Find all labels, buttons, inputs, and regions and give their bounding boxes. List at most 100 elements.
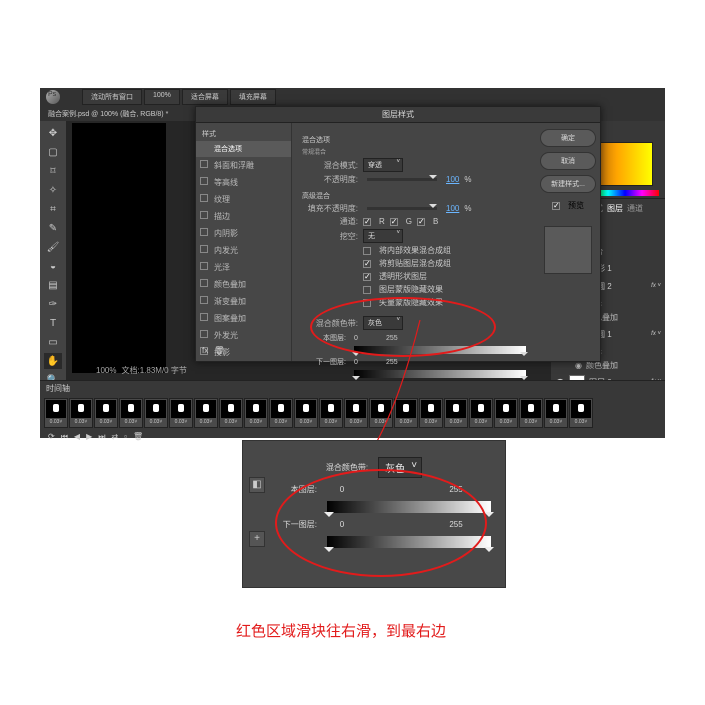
new-frame-icon[interactable]: ▫ [124, 432, 127, 442]
panel-btn-icon[interactable]: ◧ [249, 477, 265, 493]
check-c4[interactable] [363, 286, 371, 294]
style-item[interactable]: 内阴影 [196, 225, 291, 242]
eyedropper-tool-icon[interactable]: ✎ [44, 220, 62, 236]
timeline-frame[interactable]: 0.03˅ [144, 398, 168, 428]
timeline-frame[interactable]: 0.03˅ [69, 398, 93, 428]
check-c2[interactable] [363, 260, 371, 268]
style-item[interactable]: 图案叠加 [196, 310, 291, 327]
type-tool-icon[interactable]: T [44, 315, 62, 331]
timeline-frame[interactable]: 0.03˅ [519, 398, 543, 428]
fx-badge-icon[interactable]: fx ˅ [651, 283, 661, 289]
fill-value[interactable]: 100 [446, 204, 459, 213]
white-slider-icon[interactable] [520, 352, 528, 360]
fx-badge-icon[interactable]: fx ˅ [651, 331, 661, 337]
hand-tool-icon[interactable]: ✋ [44, 353, 62, 369]
next-frame-icon[interactable]: ⏭ [98, 432, 105, 442]
style-item[interactable]: 纹理 [196, 191, 291, 208]
knockout-select[interactable]: 无 [363, 229, 403, 243]
timeline-frame[interactable]: 0.03˅ [569, 398, 593, 428]
shape-tool-icon[interactable]: ▭ [44, 334, 62, 350]
ok-button[interactable]: 确定 [540, 129, 596, 147]
timeline-frame[interactable]: 0.03˅ [269, 398, 293, 428]
white-slider-icon[interactable] [484, 547, 494, 557]
move-tool-icon[interactable]: ✥ [44, 125, 62, 141]
check-c1[interactable] [363, 247, 371, 255]
eraser-tool-icon[interactable]: ◒ [44, 258, 62, 274]
preview-box [544, 226, 592, 274]
frame-strip[interactable]: 0.03˅0.03˅0.03˅0.03˅0.03˅0.03˅0.03˅0.03˅… [40, 396, 665, 430]
style-item[interactable]: 渐变叠加 [196, 293, 291, 310]
timeline-frame[interactable]: 0.03˅ [244, 398, 268, 428]
styles-list-head: 样式 [196, 127, 291, 141]
app-topbar: 流动所有窗口 100% 适合屏幕 填充屏幕 [40, 88, 665, 106]
preview-check[interactable] [552, 202, 560, 210]
tween-icon[interactable]: ⇄ [111, 432, 118, 442]
timeline-frame[interactable]: 0.03˅ [544, 398, 568, 428]
timeline-frame[interactable]: 0.03˅ [369, 398, 393, 428]
section-head: 混合选项 [302, 135, 526, 145]
cancel-button[interactable]: 取消 [540, 152, 596, 170]
tab-channels[interactable]: 通道 [627, 203, 643, 214]
timeline-tab[interactable]: 时间轴 [46, 383, 70, 394]
style-item[interactable]: 等高线 [196, 174, 291, 191]
timeline-frame[interactable]: 0.03˅ [294, 398, 318, 428]
red-highlight-ellipse [275, 469, 487, 577]
style-item[interactable]: 光泽 [196, 259, 291, 276]
timeline-frame[interactable]: 0.03˅ [344, 398, 368, 428]
channel-g-check[interactable] [390, 218, 398, 226]
loop-icon[interactable]: ⟳ [48, 432, 55, 442]
style-item[interactable]: 内发光 [196, 242, 291, 259]
timeline-frame[interactable]: 0.03˅ [469, 398, 493, 428]
lasso-tool-icon[interactable]: ⌑ [44, 163, 62, 179]
timeline-frame[interactable]: 0.03˅ [319, 398, 343, 428]
fill-slider[interactable] [367, 207, 437, 210]
crop-tool-icon[interactable]: ⌗ [44, 201, 62, 217]
timeline-frame[interactable]: 0.03˅ [419, 398, 443, 428]
style-item[interactable]: 斜面和浮雕 [196, 157, 291, 174]
timeline-frame[interactable]: 0.03˅ [169, 398, 193, 428]
timeline-frame[interactable]: 0.03˅ [119, 398, 143, 428]
tab-layers[interactable]: 图层 [607, 203, 623, 214]
zoom-detail-panel: ◧ + 混合颜色带: 灰色 本图层: 0 255 下一图层: 0 255 [242, 440, 506, 588]
timeline-frame[interactable]: 0.03˅ [394, 398, 418, 428]
delete-frame-icon[interactable]: 🗑 [133, 432, 143, 442]
timeline-frame[interactable]: 0.03˅ [44, 398, 68, 428]
header-tab[interactable]: 填充屏幕 [230, 89, 276, 105]
opacity-value[interactable]: 100 [446, 175, 459, 184]
pen-tool-icon[interactable]: ✑ [44, 296, 62, 312]
play-icon[interactable]: ▶ [86, 432, 92, 442]
timeline-frame[interactable]: 0.03˅ [494, 398, 518, 428]
timeline-frame[interactable]: 0.03˅ [219, 398, 243, 428]
timeline-frame[interactable]: 0.03˅ [94, 398, 118, 428]
header-tab[interactable]: 流动所有窗口 [82, 89, 142, 105]
style-item[interactable]: 描边 [196, 208, 291, 225]
wand-tool-icon[interactable]: ✧ [44, 182, 62, 198]
brush-tool-icon[interactable]: 🖌 [44, 239, 62, 255]
marquee-tool-icon[interactable]: ▢ [44, 144, 62, 160]
channel-b-check[interactable] [417, 218, 425, 226]
timeline-frame[interactable]: 0.03˅ [444, 398, 468, 428]
header-tab[interactable]: 适合屏幕 [182, 89, 228, 105]
header-tab[interactable]: 100% [144, 89, 180, 105]
style-item-blending[interactable]: 混合选项 [196, 141, 291, 157]
gradient-tool-icon[interactable]: ▤ [44, 277, 62, 293]
style-item[interactable]: 外发光 [196, 327, 291, 344]
timeline-frame[interactable]: 0.03˅ [194, 398, 218, 428]
blend-mode-select[interactable]: 穿透 [363, 158, 403, 172]
first-frame-icon[interactable]: ⏮ [61, 432, 68, 442]
style-item[interactable]: 颜色叠加 [196, 276, 291, 293]
styles-list: 样式 混合选项 斜面和浮雕 等高线 纹理 描边 内阴影 内发光 光泽 颜色叠加 … [196, 123, 292, 361]
channels-label: 通道: [302, 216, 358, 227]
layer-style-dialog: 图层样式 样式 混合选项 斜面和浮雕 等高线 纹理 描边 内阴影 内发光 光泽 … [195, 106, 601, 362]
check-c3[interactable] [363, 273, 371, 281]
prev-frame-icon[interactable]: ◀ [74, 432, 80, 442]
canvas-document [72, 123, 166, 373]
new-style-button[interactable]: 新建样式... [540, 175, 596, 193]
channel-r-check[interactable] [363, 218, 371, 226]
trash-icon[interactable]: 🗑 [214, 346, 224, 355]
fx-add-icon[interactable]: fx [202, 346, 208, 355]
fill-label: 填充不透明度: [302, 203, 358, 214]
opacity-slider[interactable] [367, 178, 437, 181]
panel-add-icon[interactable]: + [249, 531, 265, 547]
under-layer-gradient[interactable] [354, 370, 526, 378]
